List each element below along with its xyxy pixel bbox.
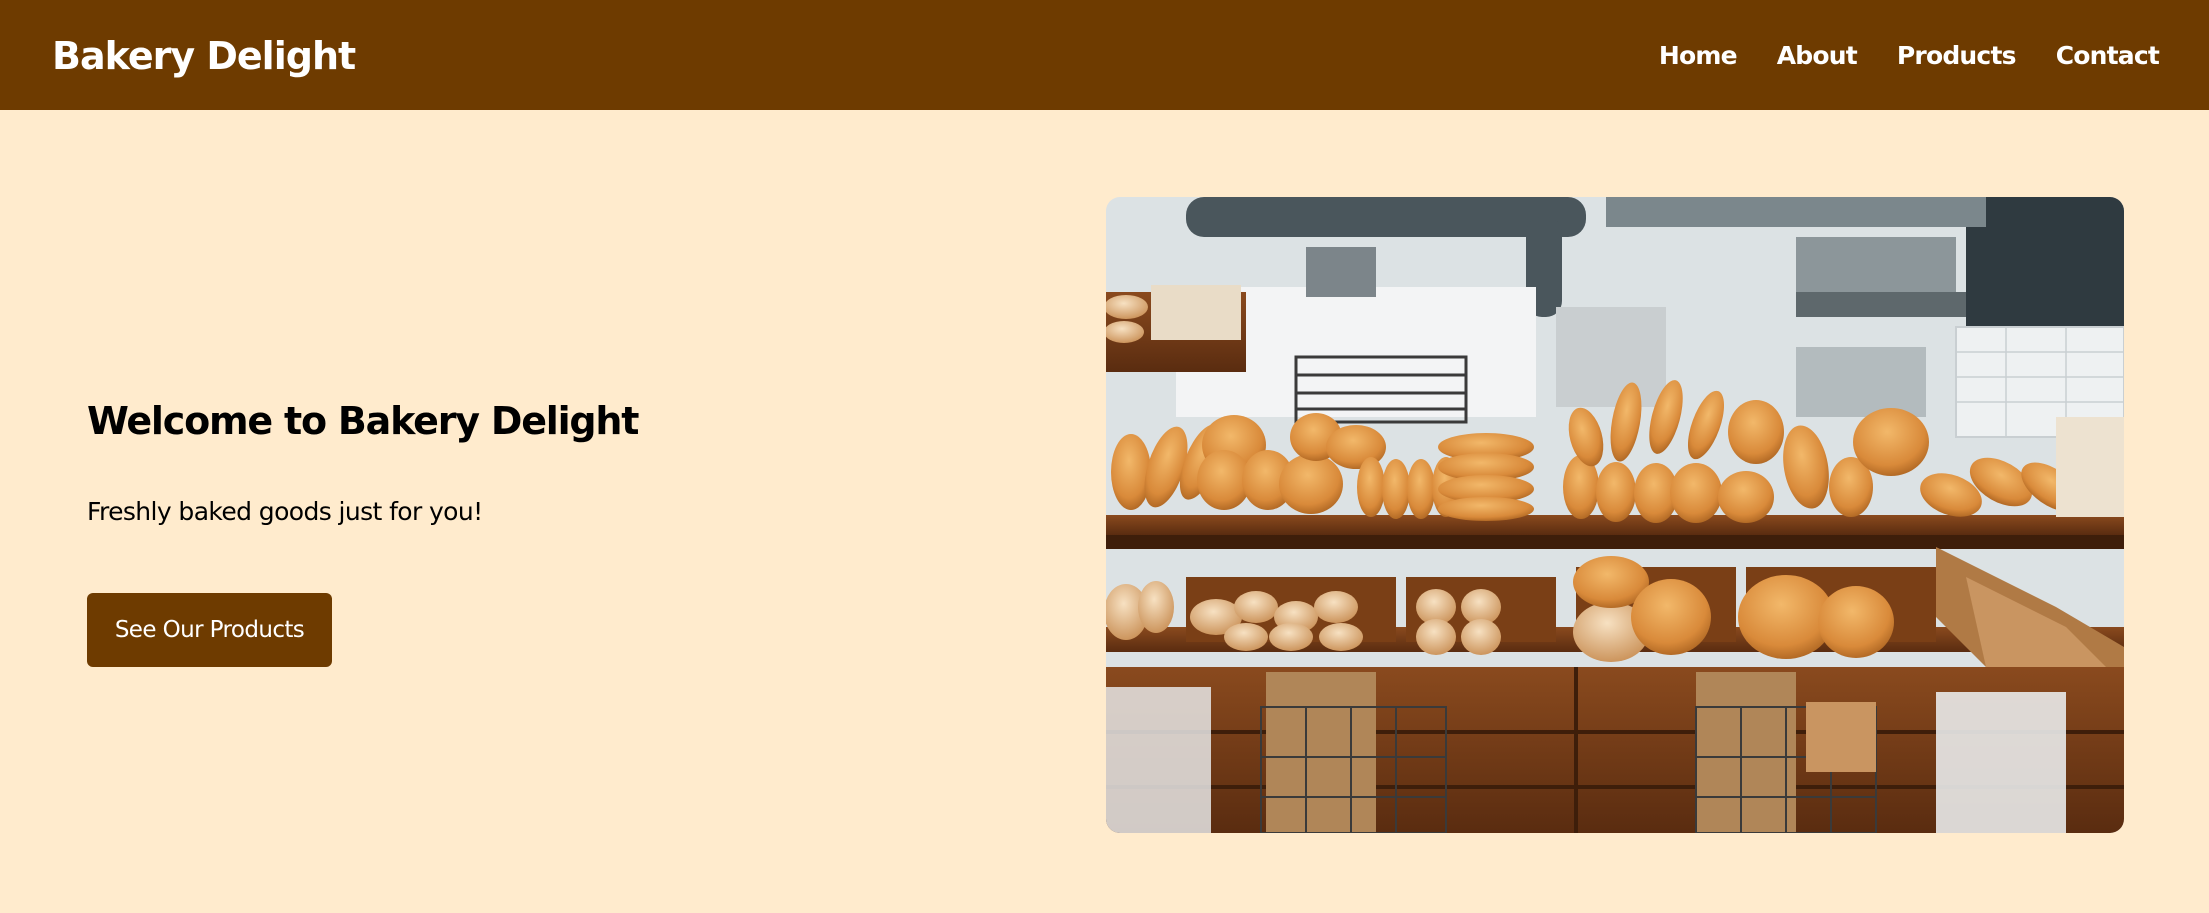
site-logo[interactable]: Bakery Delight bbox=[52, 26, 356, 86]
nav-about-link[interactable]: About bbox=[1777, 36, 1858, 76]
see-products-button[interactable]: See Our Products bbox=[87, 593, 332, 667]
main-nav: Home About Products Contact bbox=[1619, 36, 2160, 76]
hero-subtitle: Freshly baked goods just for you! bbox=[87, 497, 483, 526]
site-header: Bakery Delight Home About Products Conta… bbox=[0, 0, 2209, 110]
nav-home-link[interactable]: Home bbox=[1659, 36, 1738, 76]
bakery-display-image bbox=[1106, 197, 2124, 833]
nav-products-link[interactable]: Products bbox=[1897, 36, 2017, 76]
nav-contact-link[interactable]: Contact bbox=[2056, 36, 2160, 76]
hero-title: Welcome to Bakery Delight bbox=[87, 399, 639, 443]
hero-text-block: Welcome to Bakery Delight bbox=[87, 392, 639, 450]
bakery-display-illustration bbox=[1106, 197, 2124, 833]
